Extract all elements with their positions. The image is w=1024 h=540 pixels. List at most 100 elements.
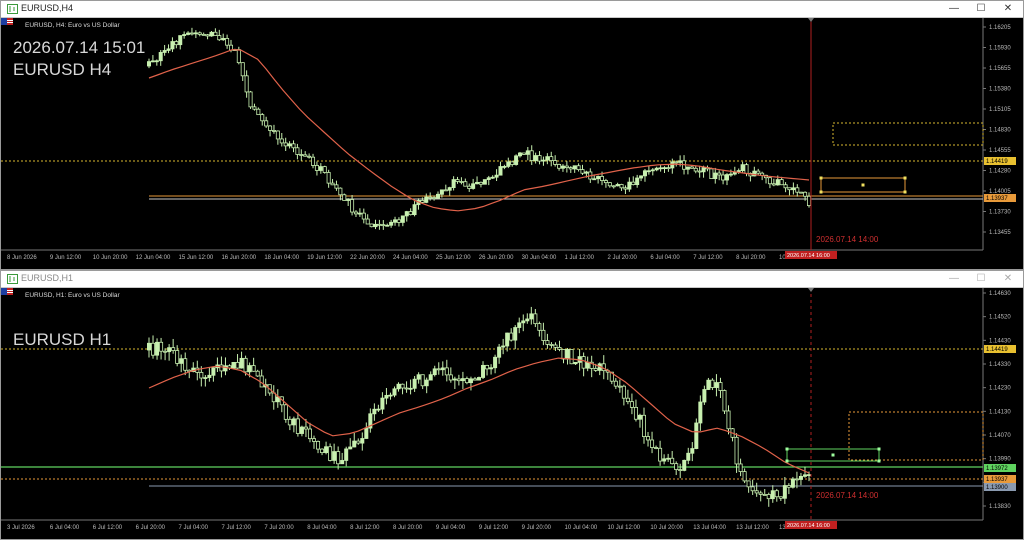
candle-body — [240, 62, 245, 77]
candle-body — [183, 358, 188, 371]
time-scale-label: 22 Jun 20:00 — [350, 255, 385, 261]
candle-body — [330, 182, 335, 186]
candle-body — [489, 367, 494, 370]
candle-body — [350, 199, 355, 213]
candle-body — [252, 106, 257, 110]
time-scale-label: 7 Jul 12:00 — [693, 255, 723, 261]
candle-body — [709, 168, 714, 179]
candle-body — [264, 120, 269, 127]
titlebar-h4[interactable]: EURUSD,H4 — ☐ ✕ — [1, 1, 1023, 18]
candle-body — [167, 347, 172, 353]
candle-body — [807, 474, 812, 477]
candle-body — [464, 378, 469, 384]
candle-body — [291, 418, 296, 426]
cursor-time-badge-text: 2026.07.14 16:00 — [787, 523, 830, 529]
candle-body — [201, 33, 206, 36]
time-scale-label: 30 Jun 04:00 — [522, 255, 557, 261]
candle-body — [251, 365, 256, 372]
chart-area-h4[interactable]: 1.16205 1.15930 1.15655 1.15380 1.15105 1.148… — [1, 18, 1023, 269]
price-chart-h4[interactable]: 1.16205 1.15930 1.15655 1.15380 1.15105 1.148… — [1, 18, 1023, 269]
candle-body — [615, 184, 620, 187]
time-scale-label: 13 Jul 12:00 — [736, 525, 769, 531]
price-badge-text: 1.14419 — [986, 347, 1008, 353]
candle-body — [324, 446, 329, 454]
candle-body — [314, 165, 319, 171]
candle-body — [146, 61, 151, 67]
candle-body — [163, 350, 168, 353]
candle-body — [151, 342, 156, 356]
candle-body — [412, 204, 417, 216]
candle-body — [502, 166, 507, 168]
maximize-icon[interactable]: ☐ — [968, 1, 994, 17]
price-badge-text: 1.14419 — [986, 159, 1008, 165]
candle-body — [734, 436, 739, 465]
candle-body — [404, 211, 409, 217]
candle-body — [481, 364, 486, 378]
price-scale-label: 1.13455 — [989, 230, 1011, 236]
candle-body — [352, 440, 357, 448]
candle-body — [549, 156, 554, 162]
candle-body — [513, 327, 518, 341]
candle-body — [393, 219, 398, 223]
candle-body — [690, 448, 695, 454]
candle-body — [619, 184, 624, 189]
candle-body — [287, 143, 292, 147]
titlebar-h1[interactable]: EURUSD,H1 — ☐ ✕ — [1, 271, 1023, 288]
candle-body — [197, 32, 202, 35]
time-scale-label: 7 Jul 04:00 — [179, 525, 209, 531]
candle-body — [607, 182, 612, 187]
candle-body — [600, 176, 605, 181]
candle-body — [326, 172, 331, 184]
candle-body — [553, 160, 558, 165]
candle-body — [186, 32, 191, 35]
time-scale-label: 10 Jun 20:00 — [93, 255, 128, 261]
candle-body — [189, 32, 194, 35]
minimize-icon[interactable]: — — [941, 1, 967, 17]
time-scale-label: 7 Jul 20:00 — [264, 525, 294, 531]
close-icon[interactable]: ✕ — [995, 271, 1021, 287]
candle-body — [223, 365, 228, 372]
overlay-title: EURUSD H1 — [13, 330, 112, 349]
chart-window-h1[interactable]: EURUSD,H1 — ☐ ✕ 1.14630 1.14520 1.14430 1.1… — [0, 270, 1024, 540]
candle-body — [291, 143, 296, 149]
candle-body — [633, 406, 638, 420]
candle-body — [728, 173, 733, 176]
chart-window-h4[interactable]: EURUSD,H4 — ☐ ✕ 1.16205 1.15930 1.15655 1.1… — [0, 0, 1024, 270]
candle-body — [799, 191, 804, 194]
candle-body — [646, 436, 651, 441]
time-scale-label: 8 Jul 04:00 — [307, 525, 337, 531]
candle-body — [560, 165, 565, 169]
candle-body — [750, 486, 755, 492]
price-badge-text: 1.13972 — [986, 466, 1008, 472]
chart-area-h1[interactable]: 1.14630 1.14520 1.14430 1.14330 1.14230 1.141… — [1, 288, 1023, 539]
minimize-icon[interactable]: — — [941, 271, 967, 287]
candle-body — [328, 446, 333, 461]
candle-body — [179, 358, 184, 364]
candle-body — [155, 341, 160, 356]
candle-body — [501, 345, 506, 348]
candle-body — [211, 367, 216, 376]
maximize-icon[interactable]: ☐ — [968, 271, 994, 287]
candle-body — [236, 49, 241, 64]
candle-body — [255, 370, 260, 377]
object-handle — [877, 459, 881, 463]
candle-body — [459, 181, 464, 183]
candle-body — [432, 368, 437, 376]
candle-body — [674, 463, 679, 470]
moving-average-line — [148, 357, 810, 474]
candle-body — [275, 130, 280, 140]
price-chart-h1[interactable]: 1.14630 1.14520 1.14430 1.14330 1.14230 1.141… — [1, 288, 1023, 539]
price-scale-label: 1.13730 — [989, 210, 1011, 216]
candle-body — [798, 475, 803, 480]
candle-body — [316, 441, 321, 450]
close-icon[interactable]: ✕ — [995, 1, 1021, 17]
candle-body — [357, 212, 362, 215]
moving-average-line — [148, 48, 810, 212]
candle-body — [342, 194, 347, 201]
candle-body — [637, 414, 642, 420]
candle-body — [373, 223, 378, 228]
candle-body — [802, 474, 807, 477]
candle-body — [794, 478, 799, 481]
candle-body — [557, 347, 562, 350]
candle-body — [553, 344, 558, 348]
